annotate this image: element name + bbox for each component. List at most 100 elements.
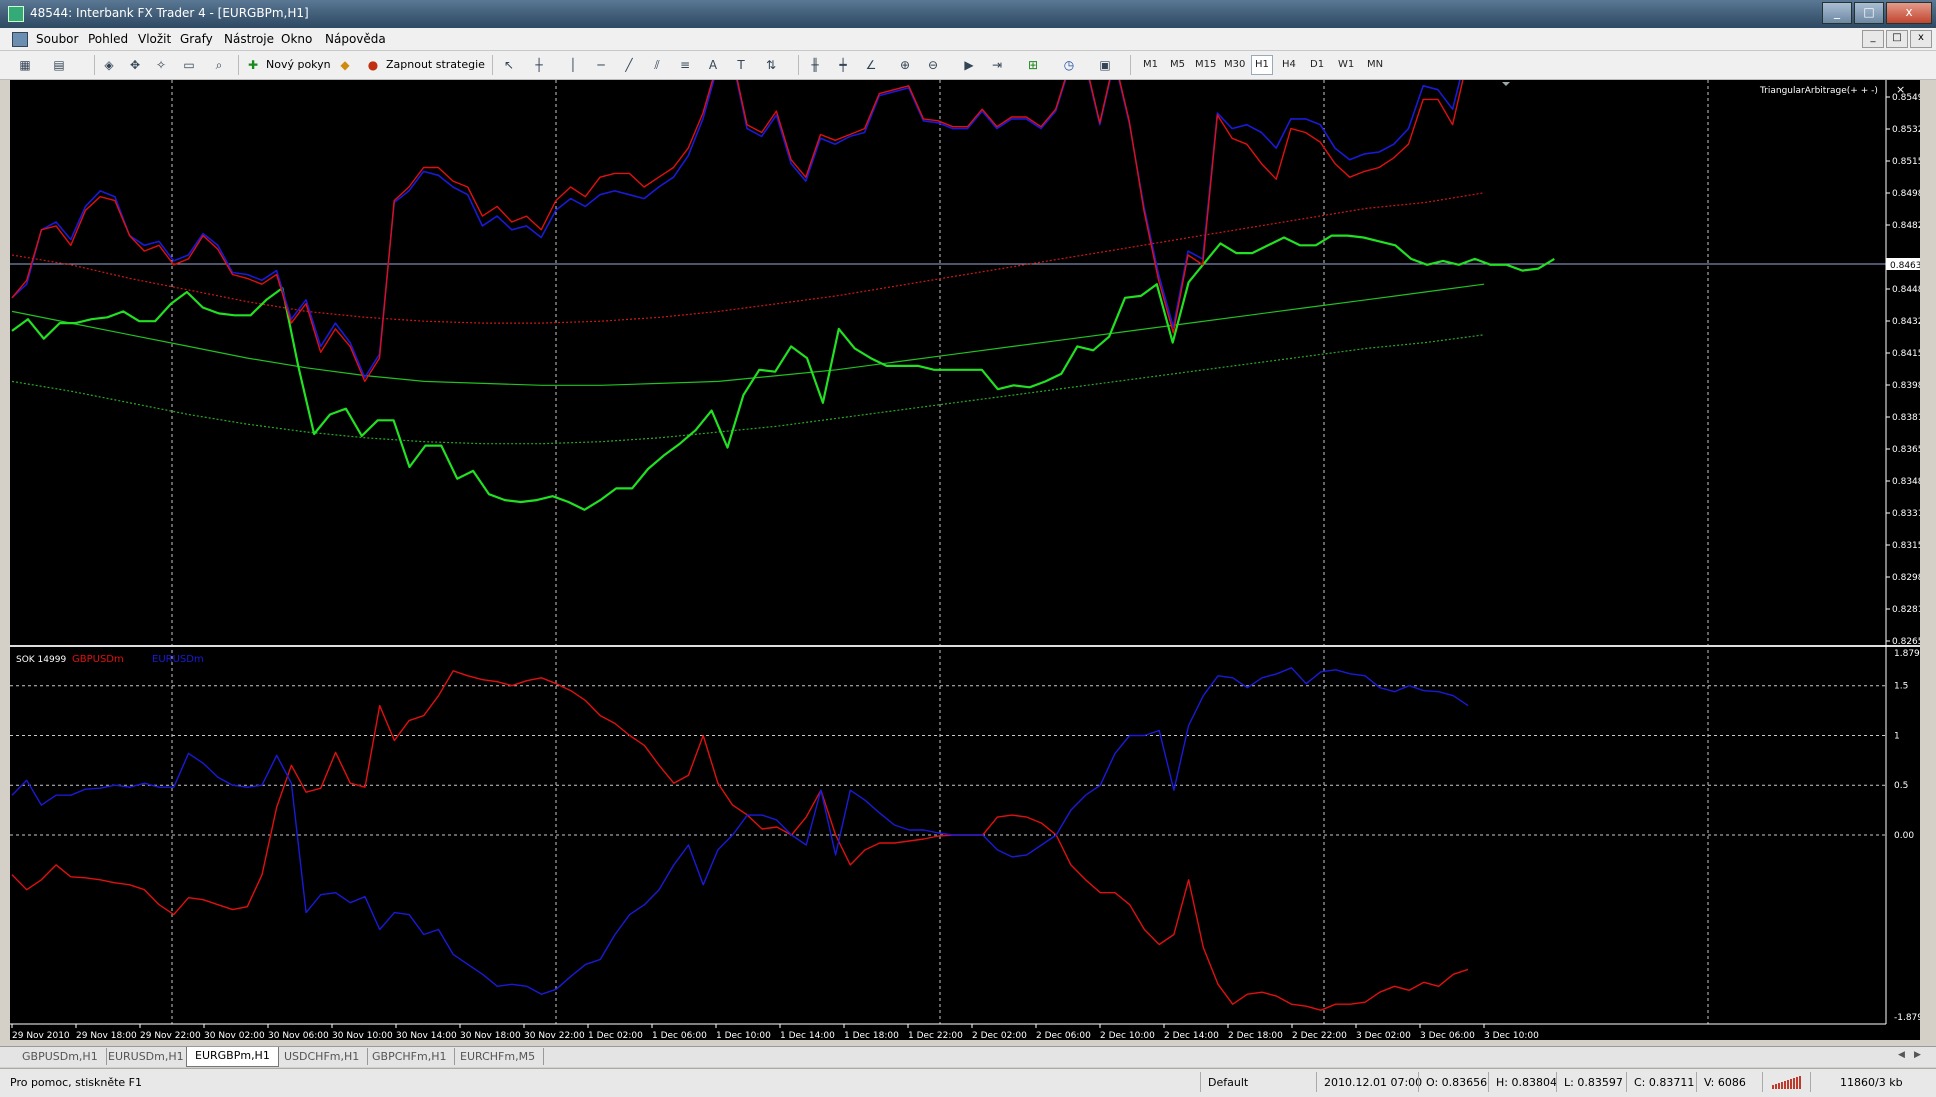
time-tick-label: 2 Dec 06:00 [1036, 1031, 1091, 1040]
tab-gbpchfm-h1[interactable]: GBPCHFm,H1 [364, 1048, 456, 1065]
arrows-icon[interactable]: ⇅ [762, 56, 780, 74]
menu-bar: Soubor Pohled Vložit Grafy Nástroje Okno… [0, 28, 1936, 51]
minimize-button[interactable]: _ [1822, 2, 1852, 24]
tab-usdchfm-h1[interactable]: USDCHFm,H1 [276, 1048, 369, 1065]
chart-tabs: GBPUSDm,H1 EURUSDm,H1 EURGBPm,H1 USDCHFm… [0, 1046, 1936, 1067]
status-volume: V: 6086 [1704, 1076, 1746, 1089]
maximize-button[interactable]: □ [1854, 2, 1884, 24]
timeframe-w1[interactable]: W1 [1335, 56, 1357, 74]
status-high: H: 0.83804 [1496, 1076, 1557, 1089]
profiles-icon[interactable]: ▤ [50, 56, 68, 74]
timeframe-h4[interactable]: H4 [1279, 56, 1299, 74]
current-price-label: 0.84632 [1890, 261, 1920, 271]
cursor-icon[interactable]: ↖ [500, 56, 518, 74]
price-tick-label: 0.84820 [1892, 221, 1920, 231]
mdi-restore-button[interactable]: □ [1886, 30, 1908, 48]
close-button[interactable]: x [1886, 2, 1932, 24]
horizontal-line-icon[interactable]: ─ [592, 56, 610, 74]
app-icon [8, 6, 24, 22]
menu-window[interactable]: Okno [281, 32, 312, 46]
timeframe-h1[interactable]: H1 [1251, 55, 1273, 75]
status-datetime: 2010.12.01 07:00 [1324, 1076, 1423, 1089]
tab-eurchfm-m5[interactable]: EURCHFm,M5 [452, 1048, 545, 1065]
expert-icon[interactable]: ◆ [336, 56, 354, 74]
time-tick-label: 29 Nov 18:00 [76, 1031, 137, 1040]
status-traffic: 11860/3 kb [1840, 1076, 1903, 1089]
indicator-tick-label: 1 [1894, 731, 1900, 741]
price-tick-label: 0.83815 [1892, 413, 1920, 423]
price-tick-label: 0.85155 [1892, 157, 1920, 167]
tester-icon[interactable]: ⌕ [210, 56, 228, 74]
vertical-line-icon[interactable]: │ [564, 56, 582, 74]
time-tick-label: 3 Dec 06:00 [1420, 1031, 1475, 1040]
tab-eurgbpm-h1[interactable]: EURGBPm,H1 [186, 1047, 279, 1067]
zoom-in-icon[interactable]: ⊕ [896, 56, 914, 74]
timeframe-m5[interactable]: M5 [1167, 56, 1188, 74]
bar-chart-icon[interactable]: ╫ [806, 56, 824, 74]
chart-shift-icon[interactable]: ⇥ [988, 56, 1006, 74]
strategies-icon[interactable]: ● [364, 56, 382, 74]
templates-icon[interactable]: ▣ [1096, 56, 1114, 74]
text-icon[interactable]: A [704, 56, 722, 74]
strategies-button[interactable]: Zapnout strategie [386, 55, 485, 75]
indicator-close-icon[interactable]: × [1896, 83, 1905, 96]
chart-canvas[interactable]: 0.854900.853200.851550.849850.848200.844… [10, 11, 1929, 1041]
menu-tools[interactable]: Nástroje [224, 32, 274, 46]
timeframe-d1[interactable]: D1 [1307, 56, 1327, 74]
auto-scroll-icon[interactable]: ▶ [960, 56, 978, 74]
toolbar: ▦ ▤ ◈ ✥ ✧ ▭ ⌕ ✚ Nový pokyn ◆ ● Zapnout s… [0, 51, 1936, 80]
periods-icon[interactable]: ◷ [1060, 56, 1078, 74]
timeframe-m1[interactable]: M1 [1140, 56, 1161, 74]
navigator-icon[interactable]: ✥ [126, 56, 144, 74]
mdi-close-button[interactable]: x [1910, 30, 1932, 48]
price-tick-label: 0.83650 [1892, 445, 1920, 455]
time-tick-label: 29 Nov 22:00 [140, 1031, 201, 1040]
crosshair-icon[interactable]: ┼ [530, 56, 548, 74]
line-chart-icon[interactable]: ∠ [862, 56, 880, 74]
price-tick-label: 0.82815 [1892, 605, 1920, 615]
trendline-icon[interactable]: ╱ [620, 56, 638, 74]
window-titlebar[interactable]: 48544: Interbank FX Trader 4 - [EURGBPm,… [0, 0, 1936, 28]
tab-gbpusdm-h1[interactable]: GBPUSDm,H1 [14, 1048, 107, 1065]
status-close: C: 0.83711 [1634, 1076, 1695, 1089]
tab-scroll-left-icon[interactable]: ◀ [1898, 1050, 1905, 1060]
subwindow-indicator-label: SOK 14999 [16, 655, 66, 665]
indicator-tick-label: 0.5 [1894, 781, 1908, 791]
indicators-icon[interactable]: ⊞ [1024, 56, 1042, 74]
price-tick-label: 0.84485 [1892, 285, 1920, 295]
zoom-out-icon[interactable]: ⊖ [924, 56, 942, 74]
price-tick-label: 0.84320 [1892, 317, 1920, 327]
legend-eurusdm: EURUSDm [152, 654, 204, 665]
price-tick-label: 0.85320 [1892, 125, 1920, 135]
terminal-icon[interactable]: ▭ [180, 56, 198, 74]
fibonacci-icon[interactable]: ≡ [676, 56, 694, 74]
data-window-icon[interactable]: ✧ [152, 56, 170, 74]
tab-scroll-right-icon[interactable]: ▶ [1914, 1050, 1921, 1060]
menu-view[interactable]: Pohled [88, 32, 128, 46]
tab-eurusdm-h1[interactable]: EURUSDm,H1 [100, 1048, 193, 1065]
candlestick-icon[interactable]: ┿ [834, 56, 852, 74]
timeframe-m30[interactable]: M30 [1221, 56, 1248, 74]
market-watch-icon[interactable]: ◈ [100, 56, 118, 74]
new-order-button[interactable]: Nový pokyn [266, 55, 331, 75]
menu-insert[interactable]: Vložit [138, 32, 171, 46]
menu-file[interactable]: Soubor [36, 32, 78, 46]
chart-window[interactable]: 0.854900.853200.851550.849850.848200.844… [10, 11, 1929, 1041]
menu-charts[interactable]: Grafy [180, 32, 213, 46]
indicator-tick-label: 0.00 [1894, 831, 1914, 841]
time-tick-label: 3 Dec 10:00 [1484, 1031, 1539, 1040]
time-tick-label: 3 Dec 02:00 [1356, 1031, 1411, 1040]
new-order-icon[interactable]: ✚ [244, 56, 262, 74]
mdi-minimize-button[interactable]: _ [1862, 30, 1884, 48]
label-icon[interactable]: T [732, 56, 750, 74]
legend-gbpusdm: GBPUSDm [72, 654, 124, 665]
time-tick-label: 1 Dec 10:00 [716, 1031, 771, 1040]
connection-status-icon[interactable] [1772, 1076, 1801, 1089]
timeframe-m15[interactable]: M15 [1192, 56, 1219, 74]
chart-window-icon[interactable] [12, 32, 28, 47]
channel-icon[interactable]: ⫽ [648, 56, 666, 74]
new-chart-icon[interactable]: ▦ [16, 56, 34, 74]
timeframe-mn[interactable]: MN [1364, 56, 1386, 74]
menu-help[interactable]: Nápověda [325, 32, 386, 46]
time-tick-label: 30 Nov 14:00 [396, 1031, 457, 1040]
